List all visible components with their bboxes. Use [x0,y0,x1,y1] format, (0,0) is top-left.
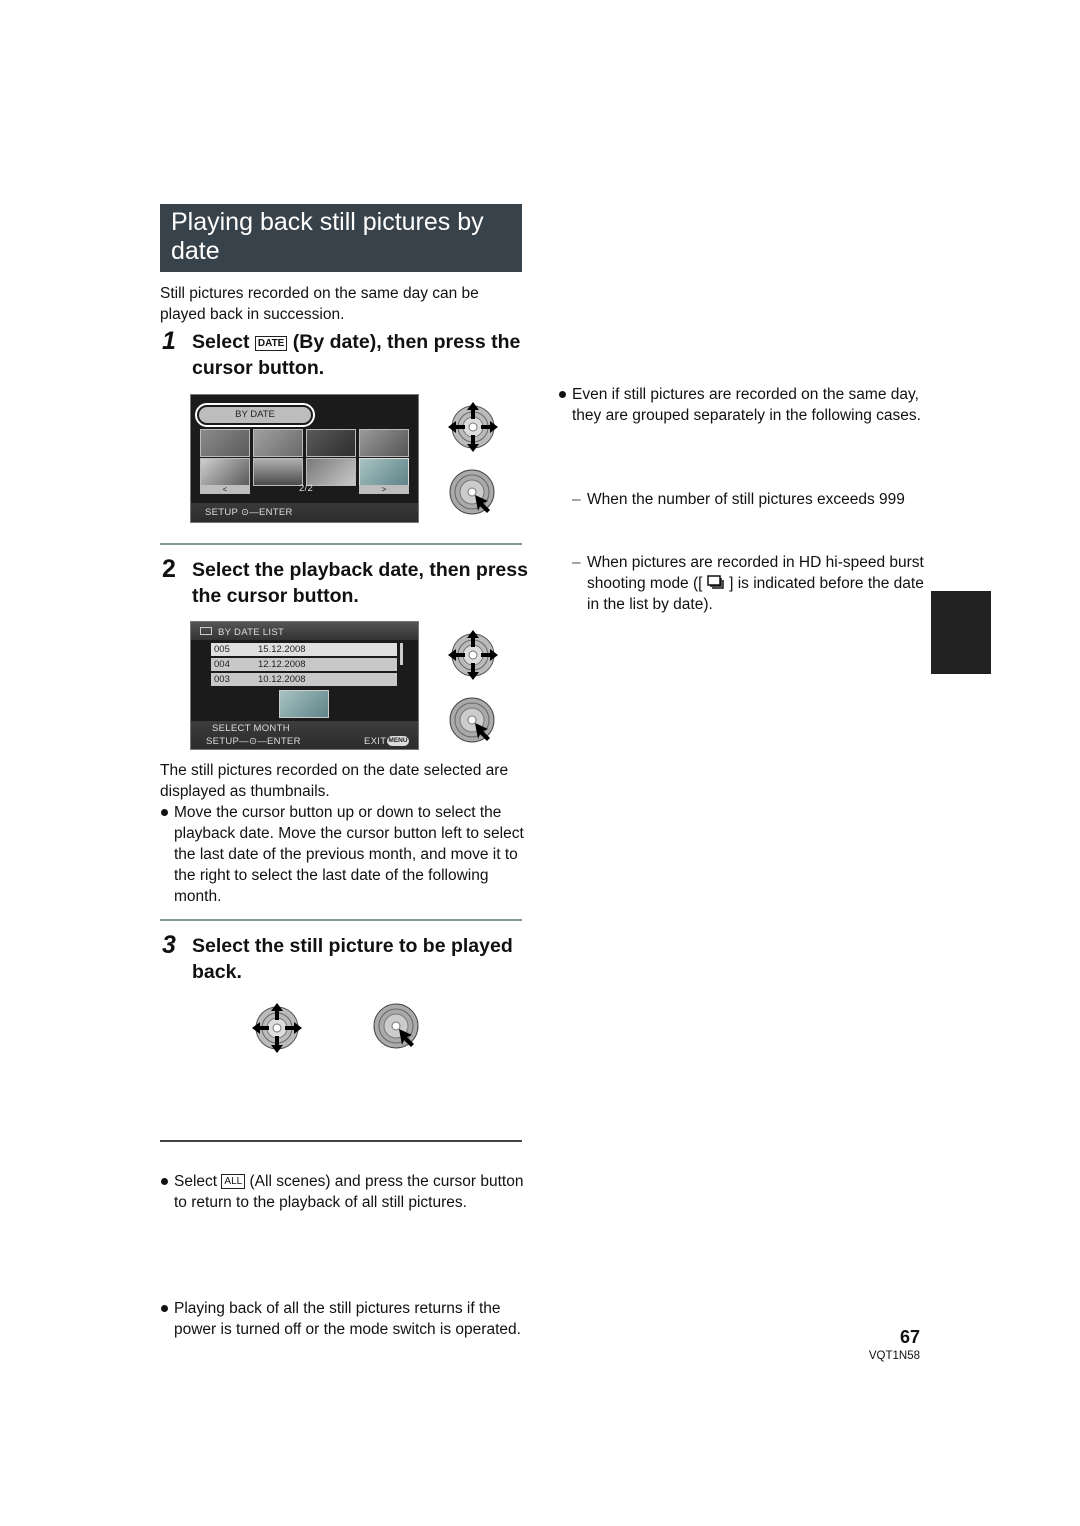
intro-text: Still pictures recorded on the same day … [160,285,479,323]
cursor-press-icon [449,469,495,515]
next-page-button[interactable]: > [359,485,409,494]
burst-shooting-icon [707,575,724,589]
step-2-description: The still pictures recorded on the date … [160,762,509,800]
divider [160,1140,522,1142]
thumbnail[interactable] [306,458,356,486]
preview-thumbnail [279,690,329,718]
page-number: 67 [899,1327,920,1347]
step-2-text: Select the playback date, then press the… [192,559,528,607]
model-code: VQT1N58 [868,1350,920,1362]
thumbnail[interactable] [253,458,303,486]
setup-enter-hint: SETUP ⊙—ENTER [205,507,293,518]
chapter-tab [931,591,991,674]
exit-label[interactable]: EXIT [364,736,386,747]
cursor-press-icon [373,1003,419,1049]
step-2-bullet: Move the cursor button up or down to sel… [160,802,536,907]
page-indicator: 2/2 [298,483,314,494]
cursor-direction-icon [252,1003,302,1053]
step-3: 3 Select the still picture to be played … [162,931,527,986]
date-list-row[interactable]: 003 10.12.2008 [211,673,397,686]
step-1: 1 Select DATE (By date), then press the … [162,327,527,382]
step-1-number: 1 [162,327,176,355]
by-date-menu-item[interactable]: BY DATE [199,407,311,423]
step-1-text-before: Select [192,331,250,353]
cursor-direction-icon [448,630,498,680]
date-list-row[interactable]: 005 15.12.2008 [211,643,397,656]
menu-button-icon[interactable]: MENU [387,736,409,746]
step-2-number: 2 [162,555,176,583]
grouping-note-bullet: Even if still pictures are recorded on t… [558,384,937,426]
scrollbar[interactable] [400,643,403,665]
divider [160,919,522,921]
thumbnail[interactable] [200,429,250,457]
thumbnail[interactable] [306,429,356,457]
section-title: Playing back still pictures by date [160,204,522,272]
thumbnail[interactable] [200,458,250,486]
step-3-text: Select the still picture to be played ba… [192,935,513,983]
prev-page-button[interactable]: < [200,485,250,494]
step-3-bullet: Select ALL (All scenes) and press the cu… [160,1171,536,1213]
cursor-direction-icon [448,402,498,452]
date-list-icon [200,627,212,635]
date-list-header: BY DATE LIST [218,627,285,638]
cursor-press-icon [449,697,495,743]
step-2: 2 Select the playback date, then press t… [162,555,528,610]
thumbnail[interactable] [359,429,409,457]
lcd-screen-by-date: BY DATE < 2/2 > SETUP ⊙—ENTER [190,394,419,523]
lcd-screen-date-list: BY DATE LIST 005 15.12.2008 004 12.12.20… [190,621,419,750]
step-3-number: 3 [162,931,176,959]
thumbnail-selected[interactable] [359,458,409,486]
select-month-hint: SELECT MONTH [212,723,290,734]
divider [160,543,522,545]
all-scenes-icon: ALL [221,1174,246,1189]
grouping-case-1: When the number of still pictures exceed… [572,489,927,510]
date-list-row[interactable]: 004 12.12.2008 [211,658,397,671]
date-icon: DATE [254,336,288,351]
thumbnail[interactable] [253,429,303,457]
grouping-case-2: When pictures are recorded in HD hi-spee… [572,552,932,615]
setup-enter-hint: SETUP—⊙—ENTER [206,736,301,747]
note-bullet: Playing back of all the still pictures r… [160,1298,536,1340]
